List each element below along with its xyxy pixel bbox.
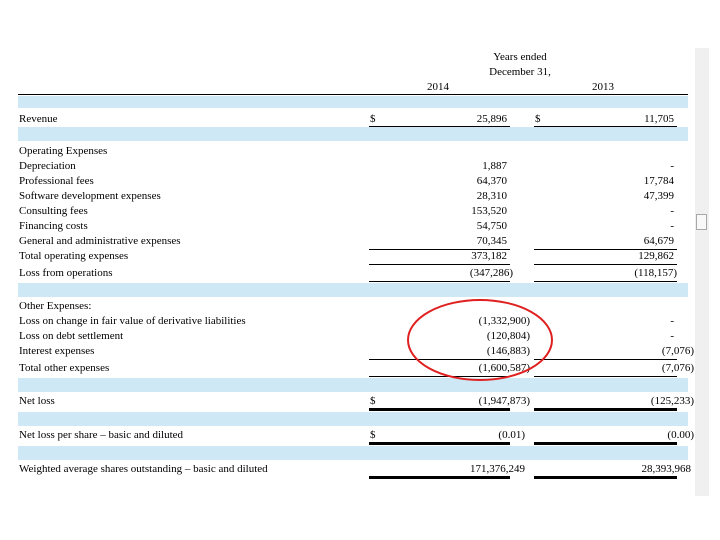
vertical-scrollbar[interactable] [695,48,709,496]
scrollbar-thumb[interactable] [696,214,707,230]
annotation-ellipse [407,299,553,381]
annotation-circle [407,299,553,381]
